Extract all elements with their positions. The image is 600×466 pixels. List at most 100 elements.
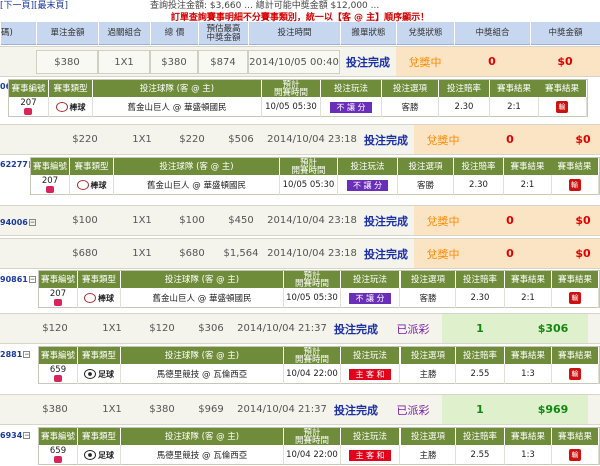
- detail-header-match-result: 賽事結果: [505, 271, 552, 288]
- summary-max-win: $969: [198, 404, 224, 415]
- summary-stake: $380: [42, 404, 68, 415]
- detail-kickoff-time: 10/05 05:30: [280, 175, 338, 195]
- detail-sport-type: 棒球: [78, 288, 121, 308]
- kickoff-text: 10/04 22:00: [286, 450, 338, 460]
- teams-text: 舊金山巨人 @ 華盛頓國民: [147, 181, 246, 191]
- summary-cell-order-status[interactable]: 投注完成: [328, 395, 384, 424]
- score-text: 2:1: [521, 293, 535, 303]
- bet-option-text: 客勝: [416, 181, 434, 191]
- summary-bet-time: 2014/10/05 00:40: [249, 56, 339, 68]
- ball-icon: [53, 456, 62, 463]
- detail-header-match-number: 賽事編號: [39, 271, 78, 288]
- summary-cell-stake: $100: [54, 206, 116, 235]
- order-id-text[interactable]: 6934: [0, 431, 22, 440]
- detail-bet-option: 主勝: [401, 445, 456, 465]
- ball-icon: [24, 108, 33, 115]
- summary-cell-bet-time: 2014/10/05 00:40: [248, 50, 340, 74]
- summary-cell-win-combo: 1: [442, 395, 518, 424]
- detail-teams: 舊金山巨人 @ 華盛頓國民: [93, 97, 262, 117]
- summary-stake: $220: [72, 134, 98, 145]
- score-text: 2:1: [520, 180, 535, 190]
- order-detail-table: 賽事編號 207 賽事類型 棒球 投注球隊 (客 @ 主) 舊金山巨人 @ 華盛頓國民 預計…: [30, 157, 600, 195]
- order-id-link[interactable]: 6934−: [0, 431, 31, 440]
- summary-order-status[interactable]: 投注完成: [334, 321, 378, 337]
- detail-bet-type: 主 客 和: [341, 364, 400, 384]
- summary-cell-order-status[interactable]: 投注完成: [358, 239, 414, 268]
- detail-header-match-number: 賽事編號: [31, 158, 70, 175]
- summary-cell-order-status[interactable]: 投注完成: [328, 314, 384, 343]
- baseball-icon: [84, 293, 96, 303]
- summary-cell-win-amount: $0: [548, 239, 600, 268]
- order-id-text[interactable]: 62277: [0, 160, 28, 169]
- header-max-win: 預估最高 中獎金額: [198, 22, 248, 45]
- summary-order-status[interactable]: 投注完成: [364, 246, 408, 262]
- collapse-icon[interactable]: −: [28, 276, 36, 283]
- order-id-link[interactable]: 94006−: [0, 218, 36, 227]
- order-id-link[interactable]: 2881−: [0, 350, 31, 359]
- detail-sport-type: 棒球: [70, 175, 114, 195]
- order-id-text[interactable]: 94006: [0, 218, 28, 227]
- summary-cell-win-amount: $969: [518, 395, 588, 424]
- collapse-icon[interactable]: −: [23, 432, 31, 439]
- summary-win-combo: 1: [476, 322, 484, 335]
- summary-combo: 1X1: [114, 56, 134, 68]
- detail-odds: 2.55: [456, 364, 505, 384]
- summary-order-status[interactable]: 投注完成: [364, 132, 408, 148]
- summary-order-status[interactable]: 投注完成: [364, 213, 408, 229]
- collapse-icon[interactable]: −: [23, 351, 31, 358]
- summary-win-amount: $0: [557, 55, 573, 68]
- detail-header-sport-type: 賽事類型: [78, 347, 121, 364]
- summary-cell-order-status[interactable]: 投注完成: [358, 125, 414, 154]
- sport-label: 棒球: [69, 102, 86, 112]
- match-number-text: 659: [49, 446, 67, 456]
- header-stub: 碼): [0, 22, 36, 45]
- teams-text: 舊金山巨人 @ 華盛頓國民: [152, 294, 252, 304]
- header-total: 總 價: [150, 22, 198, 45]
- summary-order-status[interactable]: 投注完成: [334, 402, 378, 418]
- sport-label: 棒球: [90, 180, 107, 190]
- soccer-ball-icon: [84, 450, 96, 460]
- summary-cell-order-status[interactable]: 投注完成: [340, 47, 396, 76]
- pager-links[interactable]: [下一頁][最末頁]: [0, 0, 68, 9]
- order-summary-row: $680 1X1 $680 $1,564 2014/10/04 23:18 投注完成 兌獎中…: [0, 238, 600, 269]
- lose-badge: 輸: [569, 368, 581, 380]
- baseball-icon: [55, 102, 68, 112]
- summary-cell-max-win: $1,564: [216, 239, 266, 268]
- summary-payout-status: 兌獎中: [426, 133, 460, 147]
- summary-order-status[interactable]: 投注完成: [346, 54, 390, 70]
- order-id-text[interactable]: 2881: [0, 350, 22, 359]
- lose-badge: 輸: [569, 449, 581, 461]
- summary-cell-win-combo: 0: [472, 206, 548, 235]
- summary-total: $100: [179, 215, 205, 226]
- lose-badge: 輸: [556, 101, 568, 113]
- summary-win-combo: 0: [488, 55, 496, 68]
- detail-odds: 2.55: [456, 445, 505, 465]
- order-id-link[interactable]: 90861−: [0, 275, 36, 284]
- detail-bet-option: 客勝: [401, 288, 456, 308]
- collapse-icon[interactable]: −: [28, 219, 36, 226]
- summary-bet-time: 2014/10/04 23:18: [267, 134, 357, 145]
- lose-badge: 輸: [569, 292, 581, 304]
- summary-total: $120: [149, 323, 175, 334]
- order-summary-row: $380 1X1 $380 $969 2014/10/04 21:37 投注完成 已派彩 1 $…: [0, 394, 600, 425]
- summary-cell-combo: 1X1: [116, 239, 168, 268]
- order-id-text[interactable]: 90861: [0, 275, 28, 284]
- order-summary-row: $100 1X1 $100 $450 2014/10/04 23:18 投注完成 兌獎中 0 $…: [0, 205, 600, 236]
- summary-cell-total: $680: [168, 239, 216, 268]
- ball-icon: [45, 186, 54, 193]
- detail-bet-option: 客勝: [398, 175, 454, 195]
- summary-payout-status: 兌獎中: [426, 214, 460, 228]
- detail-header-bet-option: 投注選項: [401, 347, 456, 364]
- summary-cell-bet-time: 2014/10/04 21:37: [236, 314, 328, 343]
- teams-text: 舊金山巨人 @ 華盛頓國民: [127, 103, 227, 113]
- summary-cell-payout-status: 兌獎中: [414, 125, 472, 154]
- detail-odds: 2.30: [454, 175, 504, 195]
- kickoff-text: 10/04 22:00: [286, 369, 338, 379]
- summary-cell-stake: $680: [54, 239, 116, 268]
- detail-teams: 舊金山巨人 @ 華盛頓國民: [121, 288, 284, 308]
- detail-header-sport-type: 賽事類型: [78, 271, 121, 288]
- summary-cell-order-status[interactable]: 投注完成: [358, 206, 414, 235]
- kickoff-text: 10/05 05:30: [265, 102, 317, 112]
- detail-header-sport-type: 賽事類型: [78, 428, 121, 445]
- summary-combo: 1X1: [102, 404, 122, 415]
